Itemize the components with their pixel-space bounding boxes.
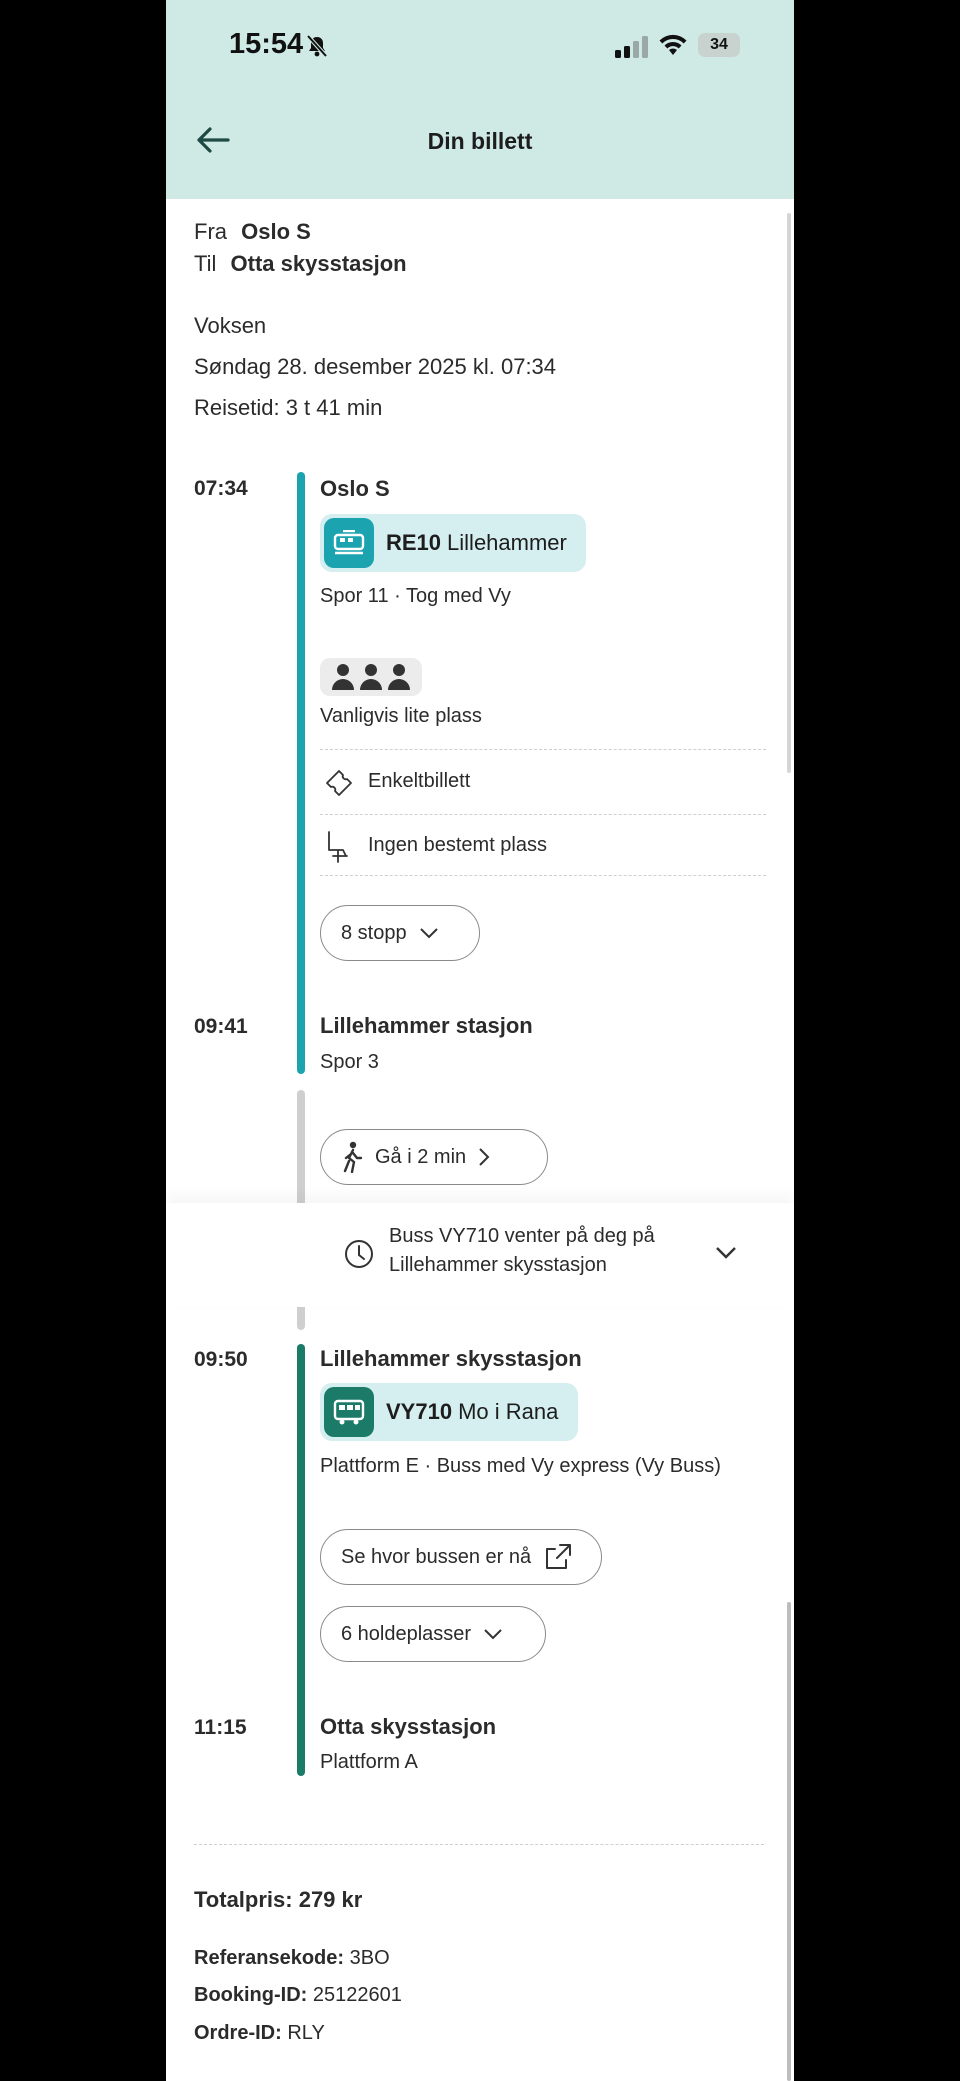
- from-station: Oslo S: [241, 219, 311, 244]
- to-label: Til: [194, 251, 217, 276]
- train-arrival-station: Lillehammer stasjon: [320, 1013, 533, 1038]
- clock-icon: [345, 1240, 373, 1268]
- bus-departure-station: Lillehammer skysstasjon: [320, 1346, 582, 1371]
- walk-button[interactable]: Gå i 2 min: [320, 1129, 548, 1185]
- total-price: Totalpris: 279 kr: [194, 1887, 363, 1912]
- connection-notice[interactable]: Buss VY710 venter på deg på Lillehammer …: [166, 1203, 794, 1307]
- status-time: 15:54: [229, 28, 304, 60]
- seat-icon: [328, 831, 348, 863]
- train-departure-time: 07:34: [194, 477, 248, 500]
- travel-duration: Reisetid: 3 t 41 min: [194, 395, 383, 420]
- top-bar: 15:54 34 Din billett: [166, 0, 794, 199]
- signal-icon: [615, 36, 648, 58]
- bus-arrival-station: Otta skysstasjon: [320, 1714, 497, 1739]
- booking-id-row: Booking-ID: 25122601: [194, 1984, 402, 2007]
- phone-screen: 15:54 34 Din billett Fra Oslo S Til Otta…: [166, 0, 794, 2081]
- walk-label: Gå i 2 min: [375, 1145, 467, 1168]
- reference-code-label: Referansekode:: [194, 1947, 345, 1969]
- train-line-destination: Lillehammer: [447, 530, 567, 555]
- train-stops-button[interactable]: 8 stopp: [320, 905, 480, 961]
- bus-icon: [324, 1387, 374, 1437]
- train-arrival-time: 09:41: [194, 1015, 248, 1038]
- train-departure-station: Oslo S: [320, 476, 390, 501]
- bus-stops-label: 6 holdeplasser: [341, 1622, 472, 1645]
- bus-platform-info: Plattform E · Buss med Vy express (Vy Bu…: [320, 1455, 721, 1477]
- passenger-type: Voksen: [194, 313, 267, 338]
- bus-tracking-button[interactable]: Se hvor bussen er nå: [320, 1529, 602, 1585]
- scrollbar-thumb[interactable]: [787, 1602, 791, 2081]
- bus-line-code: VY710: [386, 1399, 453, 1424]
- bus-line-destination: Mo i Rana: [458, 1399, 559, 1424]
- train-stops-label: 8 stopp: [341, 921, 407, 944]
- bus-line-chip: VY710 Mo i Rana: [320, 1383, 578, 1441]
- divider: [320, 749, 766, 750]
- to-station: Otta skysstasjon: [230, 251, 407, 276]
- page-title: Din billett: [427, 128, 533, 154]
- chevron-down-icon[interactable]: [714, 1245, 738, 1261]
- bus-arrival-time: 11:15: [194, 1716, 247, 1739]
- order-id-row: Ordre-ID: RLY: [194, 2022, 325, 2045]
- bus-arrival-platform: Plattform A: [320, 1751, 418, 1773]
- ticket-icon: [326, 770, 352, 796]
- reference-code-row: Referansekode: 3BO: [194, 1947, 390, 1970]
- chevron-right-icon: [479, 1148, 490, 1166]
- train-platform-info: Spor 11 · Tog med Vy: [320, 585, 511, 607]
- to-row: Til Otta skysstasjon: [194, 251, 407, 277]
- order-id-value: RLY: [287, 2022, 325, 2044]
- booking-id-label: Booking-ID:: [194, 1984, 308, 2006]
- train-line-chip: RE10 Lillehammer: [320, 514, 586, 572]
- bell-muted-icon: [306, 34, 328, 58]
- bus-departure-time: 09:50: [194, 1348, 248, 1371]
- scrollbar-track[interactable]: [787, 213, 791, 773]
- train-leg-line: [297, 472, 305, 1074]
- ticket-type: Enkeltbillett: [368, 770, 471, 792]
- crowd-level-icon: [320, 658, 422, 696]
- bus-stops-button[interactable]: 6 holdeplasser: [320, 1606, 546, 1662]
- from-row: Fra Oslo S: [194, 219, 311, 245]
- reference-code-value: 3BO: [349, 1947, 390, 1969]
- booking-id-value: 25122601: [312, 1984, 402, 2006]
- bus-leg-line: [297, 1344, 305, 1776]
- battery-level: 34: [710, 36, 728, 53]
- crowd-text: Vanligvis lite plass: [320, 705, 482, 727]
- battery-icon: 34: [698, 33, 740, 57]
- connection-text-line1: Buss VY710 venter på deg på: [389, 1225, 655, 1247]
- train-line-code: RE10: [386, 530, 442, 555]
- external-link-icon: [546, 1544, 572, 1569]
- divider: [320, 814, 766, 815]
- walking-icon: [343, 1141, 363, 1173]
- seat-info: Ingen bestemt plass: [368, 834, 547, 856]
- order-id-label: Ordre-ID:: [194, 2022, 282, 2044]
- divider: [194, 1844, 764, 1845]
- chevron-down-icon: [484, 1629, 502, 1640]
- travel-date: Søndag 28. desember 2025 kl. 07:34: [194, 354, 557, 379]
- chevron-down-icon: [419, 928, 438, 939]
- train-icon: [324, 518, 374, 568]
- wifi-icon: [659, 34, 687, 55]
- divider: [320, 875, 766, 876]
- from-label: Fra: [194, 219, 227, 244]
- connection-text-line2: Lillehammer skysstasjon: [389, 1254, 607, 1276]
- train-arrival-platform: Spor 3: [320, 1051, 379, 1073]
- bus-tracking-label: Se hvor bussen er nå: [341, 1545, 532, 1568]
